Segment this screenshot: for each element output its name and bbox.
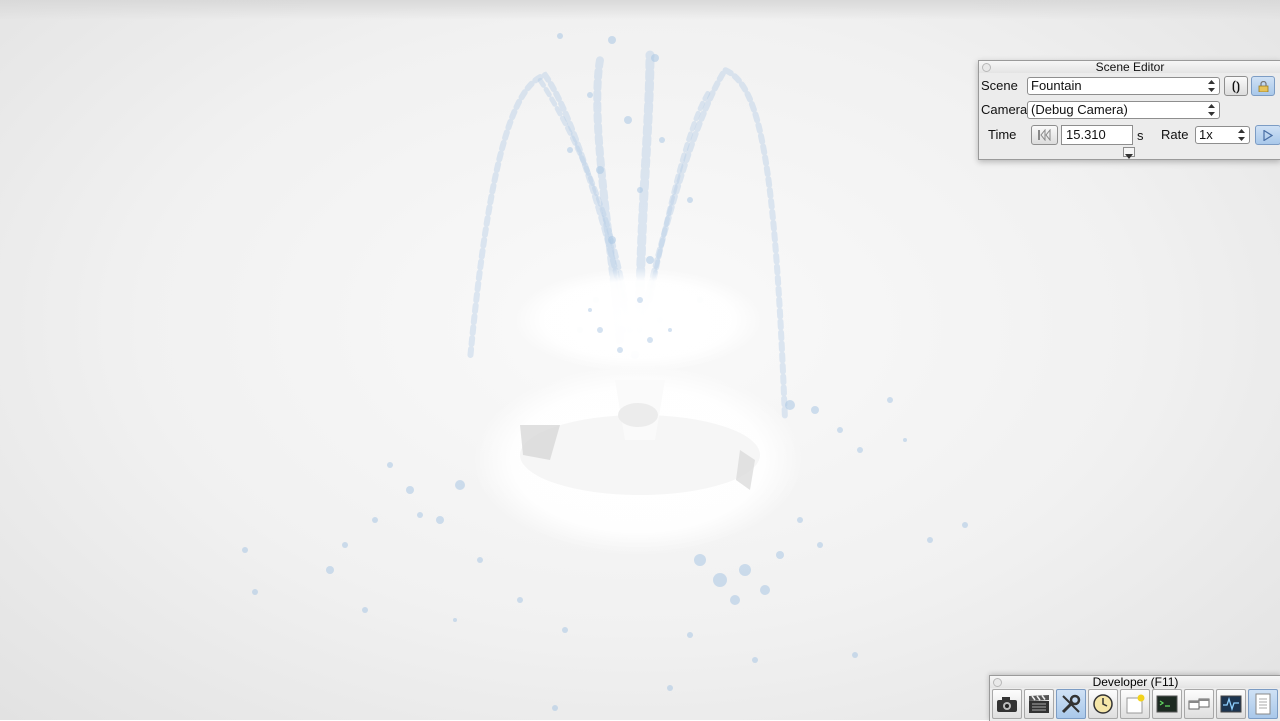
scene-editor-panel: Scene Editor Scene Fountain ⟮⟯ Camera (D… xyxy=(978,60,1280,160)
windows-button[interactable] xyxy=(1184,689,1214,719)
new-note-icon xyxy=(1126,694,1145,714)
time-unit: s xyxy=(1137,128,1144,143)
updown-arrows-icon xyxy=(1208,104,1215,116)
fountain-upper-basin xyxy=(513,268,763,372)
tools-icon xyxy=(1061,694,1081,714)
terminal-icon xyxy=(1156,695,1178,713)
scene-select-value: Fountain xyxy=(1031,78,1082,93)
tools-button[interactable] xyxy=(1056,689,1086,719)
lock-icon xyxy=(1258,80,1268,92)
time-input[interactable]: 15.310 xyxy=(1061,125,1133,145)
lock-button[interactable] xyxy=(1251,76,1275,96)
time-label: Time xyxy=(988,127,1017,142)
play-button[interactable] xyxy=(1255,125,1280,145)
rate-label: Rate xyxy=(1161,127,1189,142)
camera-label: Camera xyxy=(981,102,1028,117)
close-icon[interactable] xyxy=(982,63,991,72)
clapperboard-icon xyxy=(1029,695,1049,713)
terminal-button[interactable] xyxy=(1152,689,1182,719)
camera-icon xyxy=(997,697,1017,712)
camera-select[interactable]: (Debug Camera) xyxy=(1027,101,1220,119)
developer-toolbar-title[interactable]: Developer (F11) xyxy=(990,676,1280,688)
new-note-button[interactable] xyxy=(1120,689,1150,719)
play-icon xyxy=(1263,129,1273,141)
document-icon xyxy=(1255,693,1271,715)
rewind-button[interactable] xyxy=(1031,125,1058,145)
scene-editor-title[interactable]: Scene Editor xyxy=(979,61,1280,73)
scene-label: Scene xyxy=(981,78,1018,93)
camera-button[interactable] xyxy=(992,689,1022,719)
clock-icon xyxy=(1093,694,1113,714)
expand-panel-button[interactable] xyxy=(1123,147,1135,159)
waveform-icon xyxy=(1220,695,1242,713)
clapperboard-button[interactable] xyxy=(1024,689,1054,719)
close-icon[interactable] xyxy=(993,678,1002,687)
refresh-icon: ⟮⟯ xyxy=(1232,78,1240,93)
chevron-down-icon xyxy=(1125,154,1133,159)
document-button[interactable] xyxy=(1248,689,1278,719)
time-input-value: 15.310 xyxy=(1066,127,1106,142)
windows-icon xyxy=(1188,698,1210,710)
updown-arrows-icon xyxy=(1238,129,1245,141)
waveform-button[interactable] xyxy=(1216,689,1246,719)
scene-select[interactable]: Fountain xyxy=(1027,77,1220,95)
camera-select-value: (Debug Camera) xyxy=(1031,102,1128,117)
refresh-scene-button[interactable]: ⟮⟯ xyxy=(1224,76,1248,96)
rewind-icon xyxy=(1038,129,1051,141)
updown-arrows-icon xyxy=(1208,80,1215,92)
rate-select[interactable]: 1x xyxy=(1195,126,1250,144)
clock-button[interactable] xyxy=(1088,689,1118,719)
developer-toolbar: Developer (F11) xyxy=(989,675,1280,721)
rate-select-value: 1x xyxy=(1199,127,1213,142)
